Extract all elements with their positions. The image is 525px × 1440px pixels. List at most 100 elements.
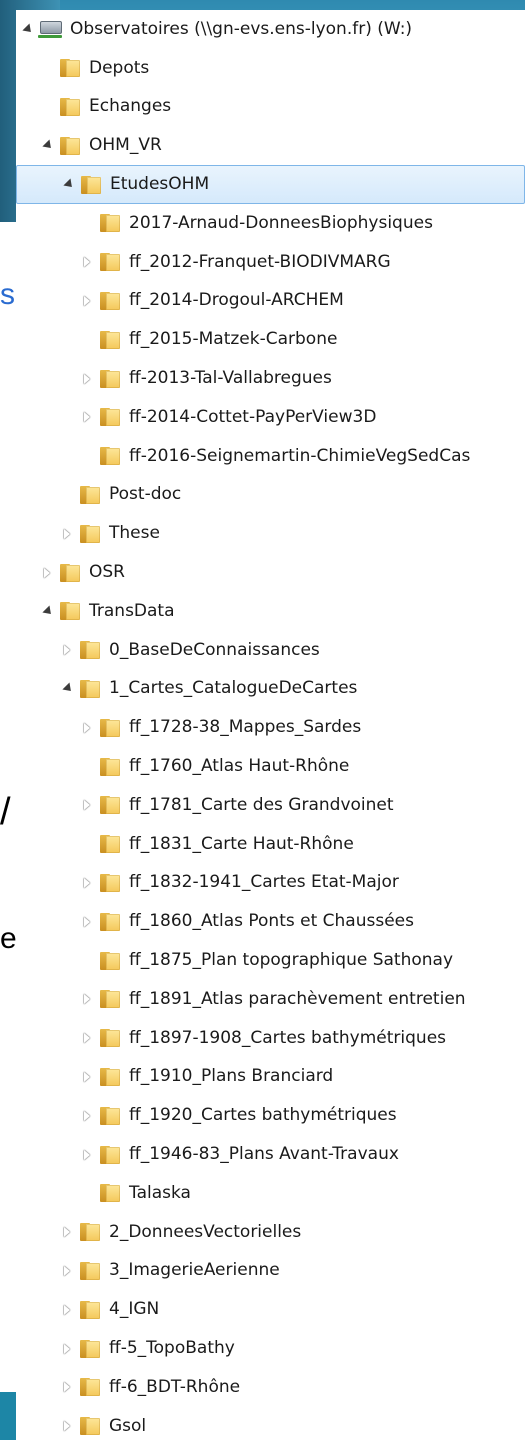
tree-item-label: ff_1781_Carte des Grandvoinet (129, 794, 394, 815)
collapse-arrow-icon[interactable] (80, 372, 94, 386)
expand-arrow-icon[interactable] (20, 22, 34, 36)
tree-item[interactable]: EtudesOHM (16, 165, 525, 204)
folder-icon (100, 446, 120, 466)
tree-item[interactable]: ff-2014-Cottet-PayPerView3D (16, 398, 525, 437)
folder-icon (100, 718, 120, 738)
tree-item-label: ff_1946-83_Plans Avant-Travaux (129, 1144, 399, 1165)
folder-icon (100, 834, 120, 854)
tree-item[interactable]: ff_2014-Drogoul-ARCHEM (16, 282, 525, 321)
collapse-arrow-icon[interactable] (80, 255, 94, 269)
tree-item-label: ff_1891_Atlas parachèvement entretien (129, 988, 466, 1009)
collapse-arrow-icon[interactable] (80, 876, 94, 890)
tree-item-label: ff_2014-Drogoul-ARCHEM (129, 290, 344, 311)
tree-item[interactable]: ff_1728-38_Mappes_Sardes (16, 708, 525, 747)
folder-icon (100, 1183, 120, 1203)
collapse-arrow-icon[interactable] (60, 1380, 74, 1394)
tree-item[interactable]: ff_1910_Plans Branciard (16, 1058, 525, 1097)
collapse-arrow-icon[interactable] (60, 527, 74, 541)
tree-item[interactable]: ff_1760_Atlas Haut-Rhône (16, 747, 525, 786)
tree-item[interactable]: These (16, 514, 525, 553)
tree-item[interactable]: ff_1831_Carte Haut-Rhône (16, 825, 525, 864)
collapse-arrow-icon[interactable] (80, 294, 94, 308)
collapse-arrow-icon[interactable] (40, 566, 54, 580)
folder-icon (100, 369, 120, 389)
tree-item[interactable]: ff_2012-Franquet-BIODIVMARG (16, 243, 525, 282)
tree-item[interactable]: Observatoires (\\gn-evs.ens-lyon.fr) (W:… (16, 10, 525, 49)
tree-item-label: ff_2015-Matzek-Carbone (129, 329, 338, 350)
collapse-arrow-icon[interactable] (60, 1419, 74, 1433)
tree-item[interactable]: TransData (16, 592, 525, 631)
expand-arrow-icon[interactable] (40, 139, 54, 153)
tree-item[interactable]: OHM_VR (16, 126, 525, 165)
tree-item-label: OSR (89, 562, 125, 583)
tree-item[interactable]: ff_1920_Cartes bathymétriques (16, 1096, 525, 1135)
tree-item[interactable]: 2_DonneesVectorielles (16, 1213, 525, 1252)
tree-item[interactable]: ff_1875_Plan topographique Sathonay (16, 941, 525, 980)
tree-item-label: These (109, 523, 160, 544)
tree-item-label: 3_ImagerieAerienne (109, 1260, 280, 1281)
tree-item[interactable]: ff-2013-Tal-Vallabregues (16, 359, 525, 398)
folder-icon (81, 175, 101, 195)
folder-icon (80, 1300, 100, 1320)
tree-item[interactable]: ff_1897-1908_Cartes bathymétriques (16, 1019, 525, 1058)
collapse-arrow-icon[interactable] (80, 721, 94, 735)
tree-item[interactable]: ff_1832-1941_Cartes Etat-Major (16, 864, 525, 903)
expand-arrow-icon[interactable] (40, 604, 54, 618)
folder-icon (80, 1261, 100, 1281)
folder-icon (100, 1145, 120, 1165)
collapse-arrow-icon[interactable] (80, 798, 94, 812)
tree-item[interactable]: Talaska (16, 1174, 525, 1213)
tree-item[interactable]: Gsol (16, 1407, 525, 1440)
tree-item[interactable]: ff_1891_Atlas parachèvement entretien (16, 980, 525, 1019)
tree-item-label: Depots (89, 57, 150, 78)
network-drive-icon (38, 19, 62, 39)
collapse-arrow-icon[interactable] (80, 1070, 94, 1084)
collapse-arrow-icon[interactable] (80, 992, 94, 1006)
tree-item[interactable]: ff_1946-83_Plans Avant-Travaux (16, 1135, 525, 1174)
slide-text-fragment: / (0, 791, 11, 833)
tree-item[interactable]: Depots (16, 49, 525, 88)
tree-item[interactable]: ff-6_BDT-Rhône (16, 1368, 525, 1407)
tree-item[interactable]: 1_Cartes_CatalogueDeCartes (16, 670, 525, 709)
tree-item-label: OHM_VR (89, 135, 162, 156)
tree-item[interactable]: ff_1860_Atlas Ponts et Chaussées (16, 902, 525, 941)
tree-item-label: Talaska (129, 1182, 191, 1203)
expand-arrow-icon[interactable] (61, 178, 75, 192)
tree-item[interactable]: OSR (16, 553, 525, 592)
tree-item-label: ff-2013-Tal-Vallabregues (129, 368, 332, 389)
collapse-arrow-icon[interactable] (60, 1303, 74, 1317)
tree-item[interactable]: ff-5_TopoBathy (16, 1329, 525, 1368)
tree-item[interactable]: 3_ImagerieAerienne (16, 1252, 525, 1291)
collapse-arrow-icon[interactable] (80, 1148, 94, 1162)
folder-icon (80, 524, 100, 544)
tree-item[interactable]: ff-2016-Seignemartin-ChimieVegSedCas (16, 437, 525, 476)
folder-icon (100, 912, 120, 932)
collapse-arrow-icon[interactable] (80, 1031, 94, 1045)
tree-item-label: 4_IGN (109, 1299, 160, 1320)
collapse-arrow-icon[interactable] (80, 915, 94, 929)
folder-icon (80, 640, 100, 660)
tree-item[interactable]: Post-doc (16, 476, 525, 515)
tree-item[interactable]: Echanges (16, 88, 525, 127)
collapse-arrow-icon[interactable] (60, 1342, 74, 1356)
tree-item[interactable]: ff_2015-Matzek-Carbone (16, 320, 525, 359)
collapse-arrow-icon[interactable] (80, 1109, 94, 1123)
tree-item[interactable]: 4_IGN (16, 1290, 525, 1329)
collapse-arrow-icon[interactable] (60, 643, 74, 657)
tree-item[interactable]: 0_BaseDeConnaissances (16, 631, 525, 670)
tree-item-label: ff_1897-1908_Cartes bathymétriques (129, 1027, 447, 1048)
collapse-arrow-icon[interactable] (80, 410, 94, 424)
tree-item-label: ff_1832-1941_Cartes Etat-Major (129, 872, 399, 893)
collapse-arrow-icon[interactable] (60, 1225, 74, 1239)
collapse-arrow-icon[interactable] (60, 1264, 74, 1278)
expand-arrow-icon[interactable] (60, 682, 74, 696)
tree-item[interactable]: 2017-Arnaud-DonneesBiophysiques (16, 204, 525, 243)
tree-item[interactable]: ff_1781_Carte des Grandvoinet (16, 786, 525, 825)
tree-item-label: ff_2012-Franquet-BIODIVMARG (129, 251, 391, 272)
